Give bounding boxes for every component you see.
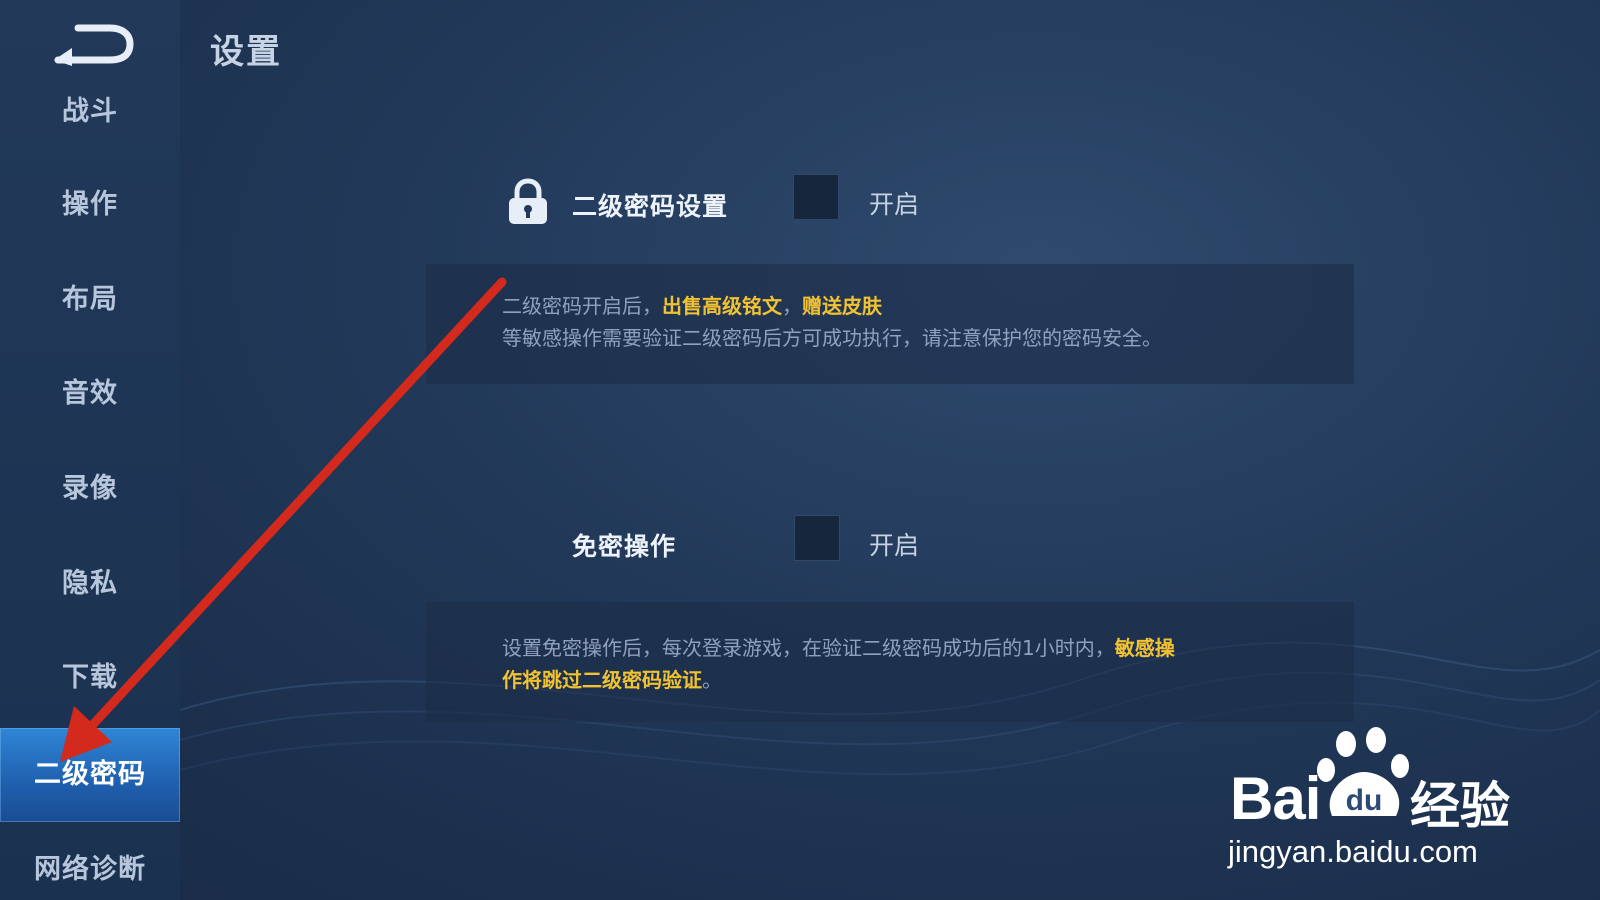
back-arrow-icon [54,24,134,66]
password-free-toggle-text[interactable]: 开启 [869,526,919,562]
password-free-desc-line1: 设置免密操作后，每次登录游戏，在验证二级密码成功后的1小时内，敏感操 [502,632,1354,664]
settings-sidebar: 战斗 操作 布局 音效 录像 隐私 下载 二级密码 网络诊断 [0,0,180,900]
desc-highlight-skip-verify: 作将跳过二级密码验证 [502,668,702,692]
baidu-paw-icon: du [1317,727,1409,817]
secondary-password-desc-line1: 二级密码开启后，出售高级铭文，赠送皮肤 [502,290,1354,322]
watermark-brand-latin: Bai [1230,765,1321,832]
sidebar-item-privacy[interactable]: 隐私 [0,554,180,614]
sidebar-item-replay[interactable]: 录像 [0,459,180,519]
desc-highlight-sell-inscription: 出售高级铭文 [662,294,782,318]
desc-text: 二级密码开启后， [502,294,662,318]
back-button[interactable] [48,22,134,70]
secondary-password-desc-line2: 等敏感操作需要验证二级密码后方可成功执行，请注意保护您的密码安全。 [502,326,1162,350]
baidu-jingyan-watermark: Bai du 经验 jingyan.baidu.com [1224,726,1524,876]
page-title: 设置 [210,32,282,72]
sidebar-item-download[interactable]: 下载 [0,648,180,708]
desc-highlight-gift-skin: 赠送皮肤 [802,294,882,318]
password-free-desc-line2: 作将跳过二级密码验证。 [502,664,1354,696]
sidebar-item-battle[interactable]: 战斗 [0,82,180,142]
sidebar-item-controls[interactable]: 操作 [0,175,180,235]
desc-highlight-sensitive-op: 敏感操 [1114,636,1175,660]
secondary-password-description: 二级密码开启后，出售高级铭文，赠送皮肤 等敏感操作需要验证二级密码后方可成功执行… [426,264,1354,384]
desc-text: 。 [702,668,722,692]
sidebar-item-secondary-password[interactable]: 二级密码 [0,728,180,822]
sidebar-item-layout[interactable]: 布局 [0,270,180,330]
secondary-password-label: 二级密码设置 [572,192,729,221]
password-free-checkbox[interactable] [794,515,840,561]
lock-icon [509,178,547,224]
sidebar-item-network-diagnosis[interactable]: 网络诊断 [0,840,180,900]
watermark-url: jingyan.baidu.com [1228,834,1478,869]
sidebar-item-sound[interactable]: 音效 [0,364,180,424]
password-free-description: 设置免密操作后，每次登录游戏，在验证二级密码成功后的1小时内，敏感操 作将跳过二… [426,602,1354,722]
secondary-password-checkbox[interactable] [793,174,839,220]
desc-separator: ， [782,294,802,318]
password-free-label: 免密操作 [572,532,677,561]
secondary-password-toggle-text[interactable]: 开启 [869,185,919,221]
watermark-brand-cn: 经验 [1410,777,1510,835]
desc-text: 设置免密操作后，每次登录游戏，在验证二级密码成功后的1小时内， [502,636,1115,660]
watermark-paw-text: du [1346,784,1383,817]
